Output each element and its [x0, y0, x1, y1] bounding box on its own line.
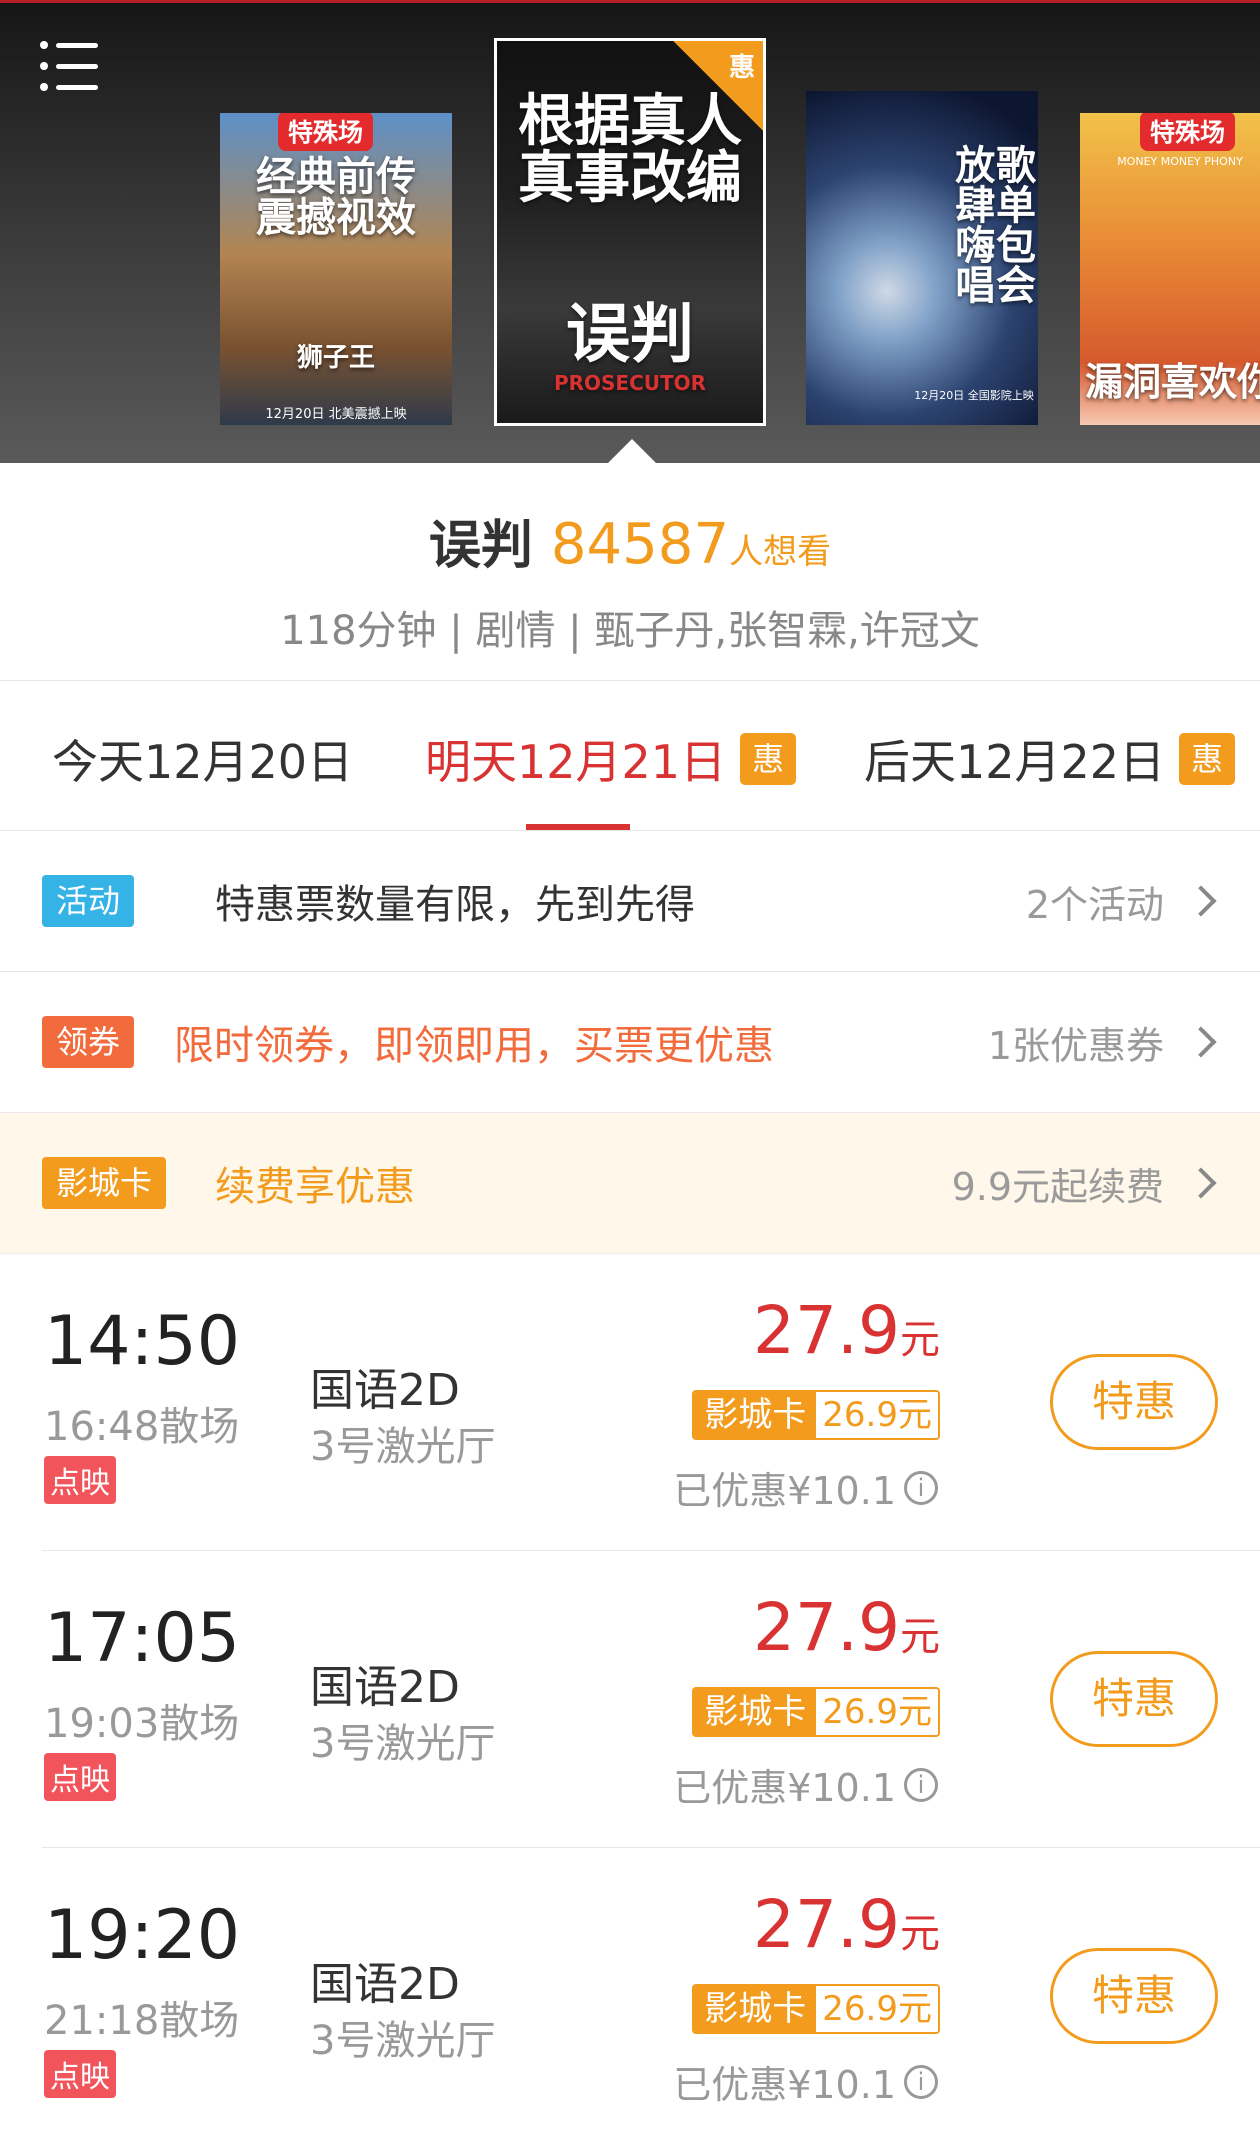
- language-format: 国语2D: [310, 1662, 460, 1713]
- menu-icon[interactable]: [36, 33, 102, 99]
- language-format: 国语2D: [310, 1365, 460, 1416]
- tab-date-today[interactable]: 今天12月20日: [52, 726, 353, 792]
- poster-headline: 经典前传 震撼视效: [256, 154, 416, 241]
- poster-en-title: MONEY MONEY PHONY: [1117, 155, 1243, 168]
- coupon-count: 1张优惠券: [987, 1023, 1164, 1068]
- tab-date-day-after[interactable]: 后天12月22日惠: [864, 726, 1236, 792]
- price: 27.9元: [753, 1886, 940, 1963]
- movie-header: 特殊场 经典前传 震撼视效 狮子王 12月20日 北美震撼上映 惠 根据真人 真…: [0, 0, 1260, 463]
- cinema-card-renew: 9.9元起续费: [951, 1164, 1164, 1209]
- special-buy-button[interactable]: 特惠: [1050, 1354, 1218, 1450]
- activity-row[interactable]: 活动 特惠票数量有限，先到先得 2个活动: [0, 831, 1260, 972]
- poster-money-phony[interactable]: 特殊场 MONEY MONEY PHONY 漏洞喜欢你: [1080, 113, 1260, 425]
- info-circle-icon[interactable]: i: [904, 1470, 938, 1505]
- end-time: 16:48散场: [44, 1404, 240, 1450]
- selection-pointer: [604, 439, 660, 463]
- info-circle-icon[interactable]: i: [904, 1767, 938, 1802]
- date-tabs: 今天12月20日 明天12月21日惠 后天12月22日惠: [0, 681, 1260, 831]
- poster-music-film[interactable]: 歌单包会 放肆嗨唱 12月20日 全国影院上映: [806, 91, 1038, 425]
- movie-meta: 118分钟 | 剧情 | 甄子丹,张智霖,许冠文: [280, 608, 980, 654]
- poster-en-title: PROSECUTOR: [553, 371, 707, 395]
- card-price-badge: 影城卡 26.9元: [692, 1984, 940, 2034]
- hall-name: 3号激光厅: [310, 2018, 496, 2064]
- cinema-card-badge: 影城卡: [42, 1157, 167, 1209]
- end-time: 21:18散场: [44, 1998, 240, 2044]
- price: 27.9元: [753, 1589, 940, 1666]
- chevron-right-icon: [1185, 1167, 1217, 1199]
- special-tag: 特殊场: [278, 113, 374, 151]
- activity-count: 2个活动: [1025, 882, 1164, 927]
- active-tab-indicator: [526, 824, 630, 830]
- end-time: 19:03散场: [44, 1701, 240, 1747]
- activity-badge: 活动: [42, 875, 135, 927]
- hall-name: 3号激光厅: [310, 1721, 496, 1767]
- preview-tag: 点映: [44, 1753, 116, 1801]
- special-tag: 特殊场: [1140, 113, 1236, 151]
- cinema-card-row[interactable]: 影城卡 续费享优惠 9.9元起续费: [0, 1113, 1260, 1254]
- poster-title: 漏洞喜欢你: [1084, 360, 1260, 404]
- showtime-row[interactable]: 14:50 16:48散场 点映 国语2D 3号激光厅 27.9元 影城卡 26.…: [42, 1254, 1260, 1551]
- language-format: 国语2D: [310, 1959, 460, 2010]
- poster-prosecutor-selected[interactable]: 惠 根据真人 真事改编 误判 PROSECUTOR: [494, 38, 766, 426]
- preview-tag: 点映: [44, 1456, 116, 1504]
- chevron-right-icon: [1185, 1026, 1217, 1058]
- poster-subtitle: 12月20日 全国影院上映: [914, 389, 1034, 402]
- want-count: 84587: [550, 512, 730, 577]
- poster-headline: 根据真人 真事改编: [518, 89, 742, 212]
- chevron-right-icon: [1185, 885, 1217, 917]
- showtime-row[interactable]: 19:20 21:18散场 点映 国语2D 3号激光厅 27.9元 影城卡 26.…: [42, 1848, 1260, 2135]
- special-buy-button[interactable]: 特惠: [1050, 1651, 1218, 1747]
- want-label: 人想看: [729, 532, 832, 572]
- coupon-text: 限时领券，即领即用，买票更优惠: [174, 1023, 774, 1069]
- showtime-row[interactable]: 17:05 19:03散场 点映 国语2D 3号激光厅 27.9元 影城卡 26.…: [42, 1551, 1260, 1848]
- discount-info: 已优惠¥10.1 i: [673, 2054, 938, 2109]
- card-price-badge: 影城卡 26.9元: [692, 1390, 940, 1440]
- activity-text: 特惠票数量有限，先到先得: [215, 882, 695, 928]
- discount-info: 已优惠¥10.1 i: [673, 1757, 938, 1812]
- cinema-card-text: 续费享优惠: [215, 1164, 415, 1210]
- discount-badge: 惠: [740, 733, 797, 785]
- poster-subtitle: 12月20日 北美震撼上映: [265, 407, 407, 422]
- showtime-list: 14:50 16:48散场 点映 国语2D 3号激光厅 27.9元 影城卡 26.…: [0, 1254, 1260, 2135]
- poster-lion-king[interactable]: 特殊场 经典前传 震撼视效 狮子王 12月20日 北美震撼上映: [220, 113, 452, 425]
- movie-title: 误判: [428, 516, 533, 576]
- poster-headline: 歌单包会 放肆嗨唱: [948, 144, 1035, 304]
- hall-name: 3号激光厅: [310, 1424, 496, 1470]
- poster-title: 误判: [566, 298, 694, 372]
- start-time: 14:50: [44, 1302, 240, 1381]
- discount-info: 已优惠¥10.1 i: [673, 1460, 938, 1515]
- preview-tag: 点映: [44, 2050, 116, 2098]
- special-buy-button[interactable]: 特惠: [1050, 1948, 1218, 2044]
- card-price-badge: 影城卡 26.9元: [692, 1687, 940, 1737]
- discount-badge: 惠: [1179, 733, 1236, 785]
- start-time: 17:05: [44, 1599, 240, 1678]
- info-circle-icon[interactable]: i: [904, 2064, 938, 2099]
- movie-info: 误判 84587人想看 118分钟 | 剧情 | 甄子丹,张智霖,许冠文: [0, 463, 1260, 681]
- coupon-row[interactable]: 领券 限时领券，即领即用，买票更优惠 1张优惠券: [0, 972, 1260, 1113]
- poster-title: 狮子王: [296, 343, 375, 373]
- coupon-badge: 领券: [42, 1016, 135, 1068]
- tab-date-tomorrow[interactable]: 明天12月21日惠: [425, 726, 797, 792]
- start-time: 19:20: [44, 1896, 240, 1975]
- price: 27.9元: [753, 1292, 940, 1369]
